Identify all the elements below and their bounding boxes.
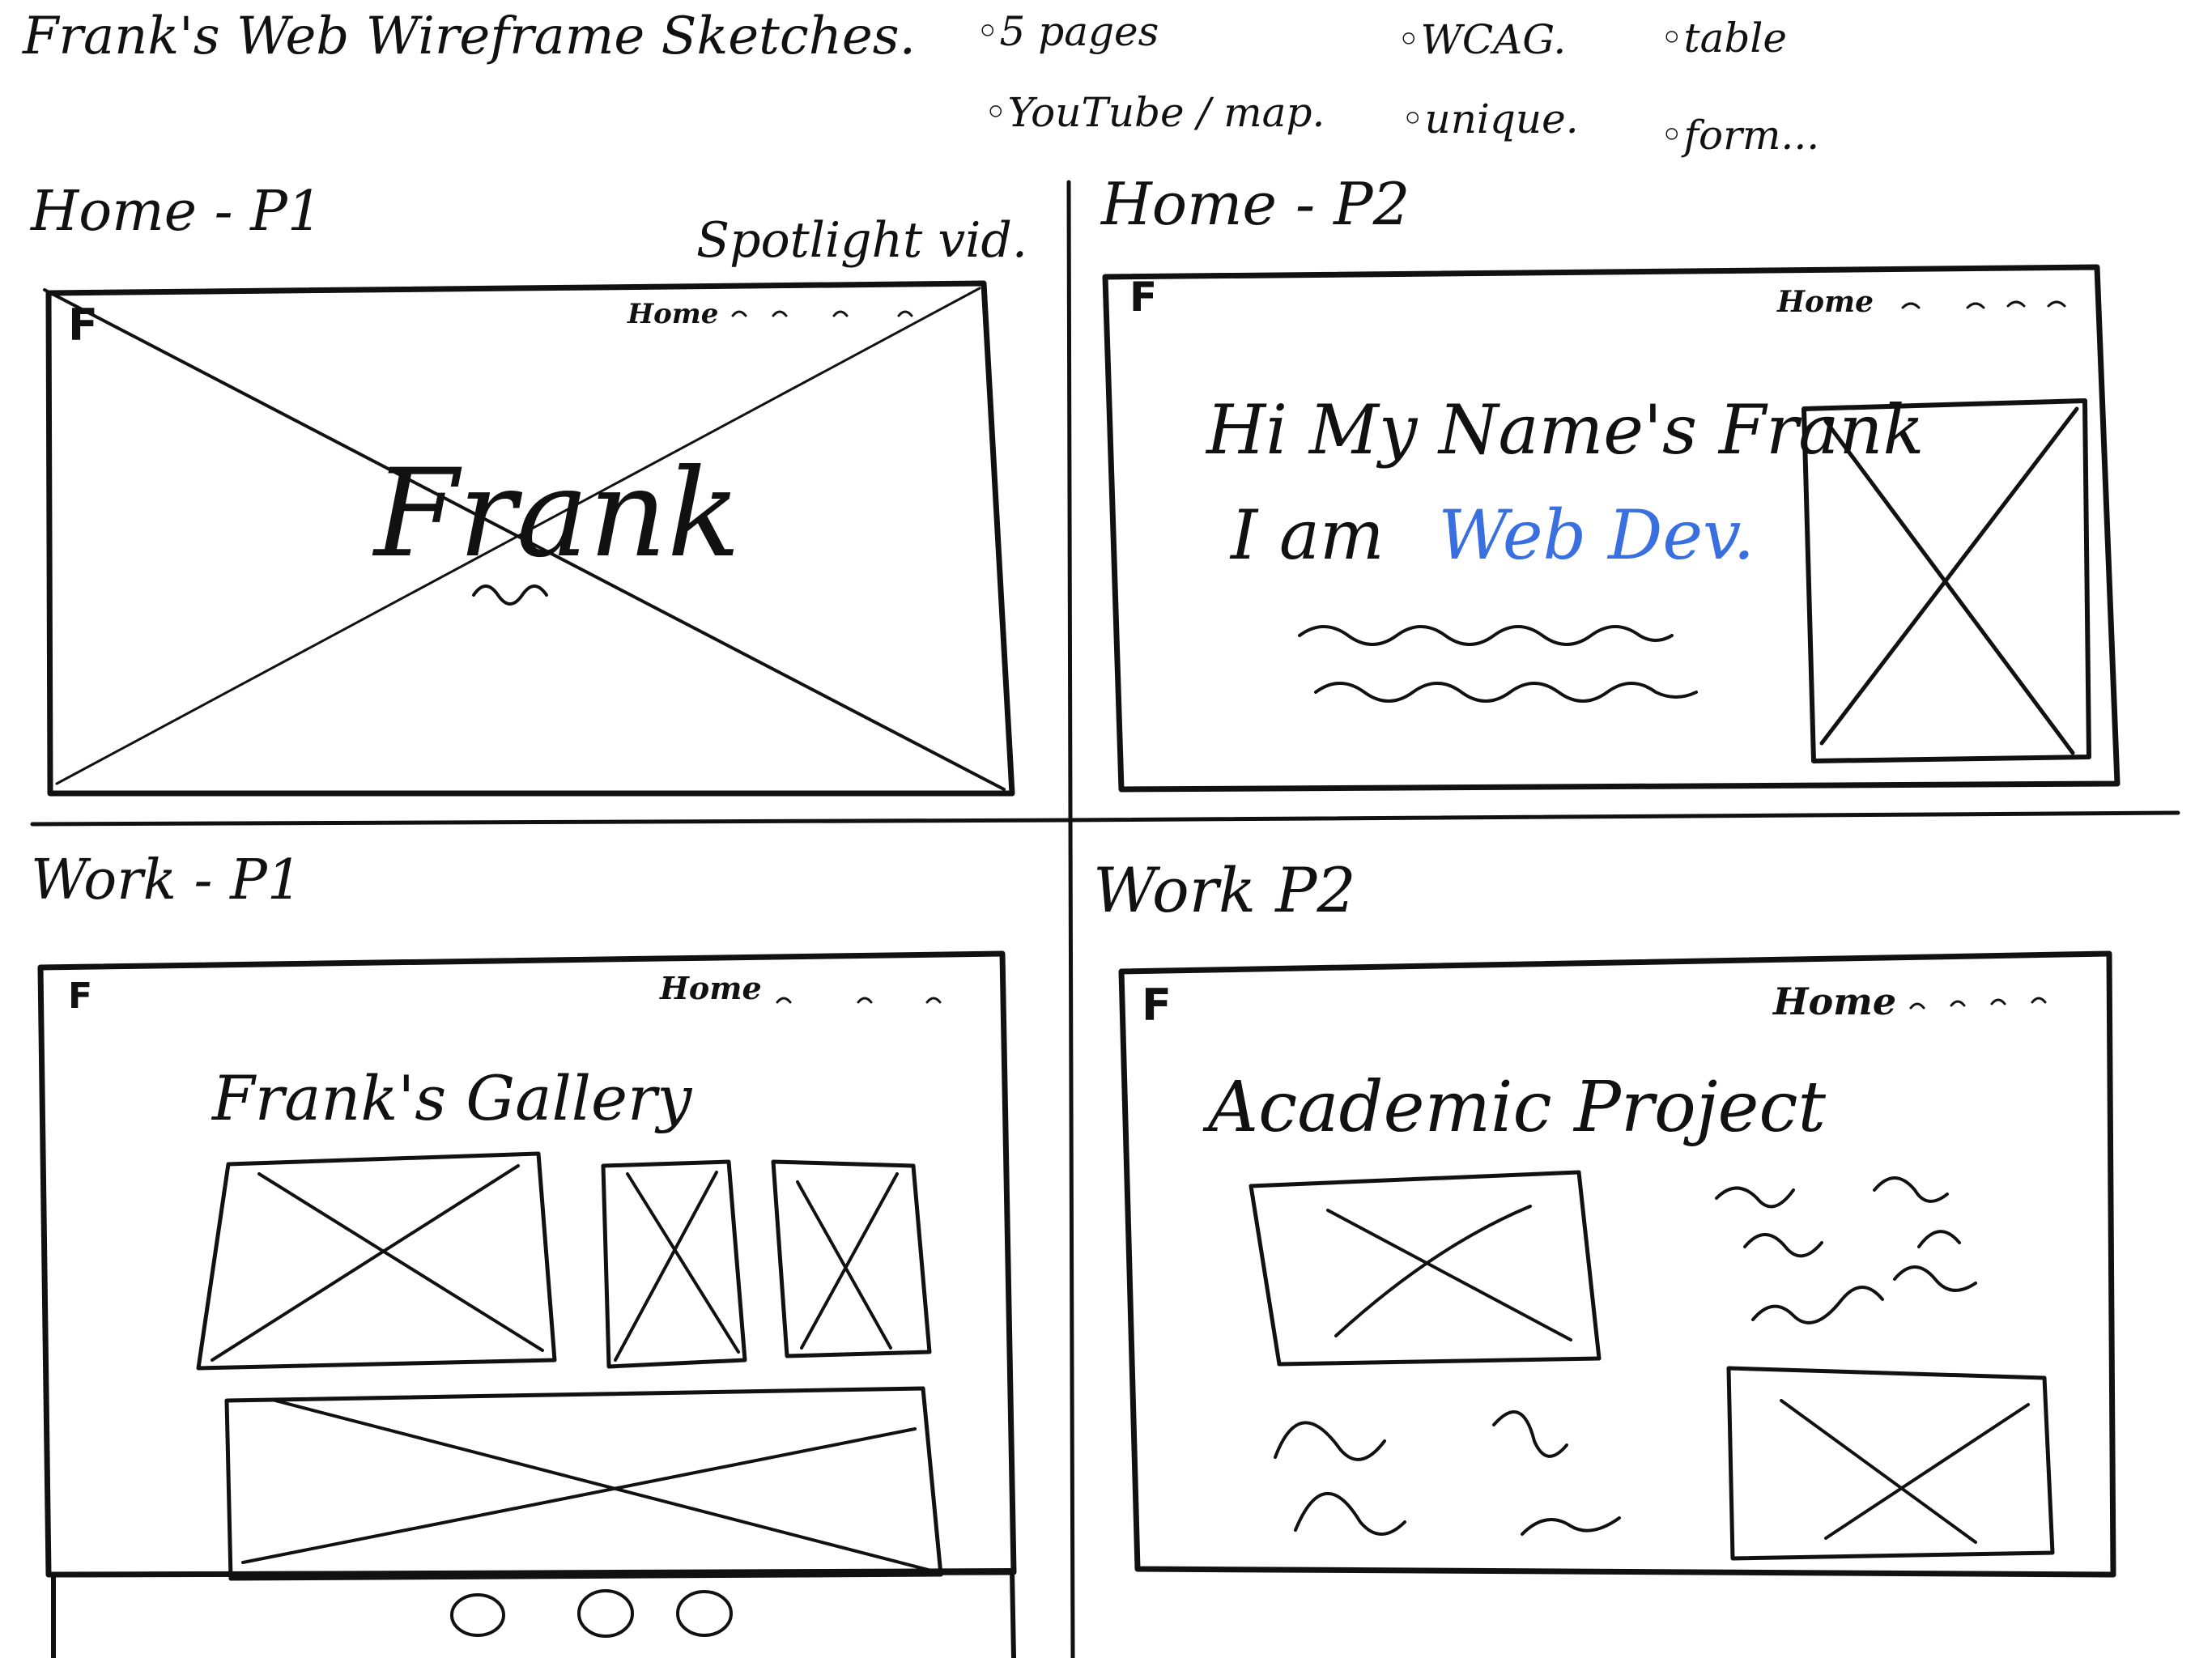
wireframe-line-art bbox=[30, 180, 2180, 1658]
home-p2-image-cross-a bbox=[1823, 419, 2075, 755]
home-p1-note: Spotlight vid. bbox=[696, 212, 1027, 269]
home-p2-text-squiggle-1 bbox=[1298, 625, 1674, 646]
home-p2-intro-highlight: Web Dev. bbox=[1438, 495, 1755, 575]
work-p2-project-box-1-cross bbox=[1326, 1205, 1572, 1341]
work-p2-project-box-2-cross bbox=[1780, 1399, 2030, 1544]
work-p1-logo: F bbox=[68, 976, 93, 1017]
work-p2-project-box-1 bbox=[1249, 1170, 1602, 1367]
footer-dot-2 bbox=[577, 1589, 634, 1638]
home-p2-nav-home: Home bbox=[1777, 285, 1874, 319]
work-p1-nav-squiggles bbox=[776, 997, 942, 1004]
work-p1-wireframe bbox=[37, 950, 1017, 1658]
requirement-item-table: ◦table bbox=[1660, 15, 1787, 62]
work-p2-logo: F bbox=[1142, 980, 1172, 1031]
home-p1-nav-squiggles bbox=[731, 310, 913, 317]
requirement-item-form: ◦form... bbox=[1660, 112, 1820, 159]
home-p2-intro: I am Web Dev. bbox=[1231, 495, 1755, 575]
work-p1-nav-home: Home bbox=[660, 970, 762, 1006]
work-p2-label: Work P2 bbox=[1093, 854, 1356, 926]
home-p1-nav-home: Home bbox=[627, 298, 719, 330]
home-p2-label: Home - P2 bbox=[1101, 170, 1410, 238]
footer-dot-1 bbox=[450, 1593, 505, 1637]
bullet-circle-icon: ◦ bbox=[1401, 96, 1425, 142]
bullet-circle-icon: ◦ bbox=[984, 89, 1008, 136]
home-p2-nav-squiggles bbox=[1901, 300, 2066, 309]
work-p2-frame bbox=[1118, 950, 2116, 1578]
work-p1-gallery-box-2 bbox=[601, 1159, 747, 1369]
work-p2-nav-home: Home bbox=[1773, 980, 1897, 1023]
requirement-item-youtube-map: ◦YouTube / map. bbox=[984, 89, 1325, 136]
bullet-circle-icon: ◦ bbox=[1660, 15, 1684, 62]
work-p1-gallery-box-3-cross bbox=[796, 1172, 899, 1350]
home-p1-label: Home - P1 bbox=[31, 180, 323, 244]
home-p1-logo: F bbox=[68, 300, 98, 351]
work-p1-banner-cross bbox=[241, 1399, 933, 1572]
work-p1-label: Work - P1 bbox=[31, 848, 303, 912]
work-p1-gallery-box-1-cross bbox=[211, 1164, 544, 1362]
work-p1-frame bbox=[37, 950, 1017, 1578]
home-p2-text-squiggle-2 bbox=[1314, 682, 1698, 703]
bullet-circle-icon: ◦ bbox=[1397, 16, 1421, 63]
home-p1-subtitle-squiggle bbox=[472, 585, 548, 606]
requirement-item-wcag: ◦WCAG. bbox=[1397, 16, 1567, 63]
requirement-item-unique: ◦unique. bbox=[1401, 96, 1579, 142]
work-p2-heading: Academic Project bbox=[1208, 1067, 1827, 1148]
work-p2-text-squiggles-right bbox=[1715, 1176, 1977, 1324]
work-p1-heading: Frank's Gallery bbox=[212, 1062, 692, 1134]
home-p2-logo: F bbox=[1129, 274, 1158, 321]
requirement-item-pages: ◦5 pages bbox=[976, 8, 1159, 55]
work-p2-text-squiggles-left bbox=[1274, 1410, 1621, 1536]
bullet-circle-icon: ◦ bbox=[1660, 112, 1684, 159]
home-p2-intro-prefix: I am bbox=[1231, 495, 1385, 575]
work-p2-wireframe bbox=[1118, 950, 2116, 1578]
work-p1-footer bbox=[46, 1568, 1016, 1658]
sheet-title: Frank's Web Wireframe Sketches. bbox=[23, 6, 916, 66]
work-p1-gallery-box-2-cross bbox=[614, 1171, 740, 1362]
work-p2-nav-squiggles bbox=[1909, 997, 2047, 1010]
bullet-circle-icon: ◦ bbox=[976, 8, 1000, 55]
work-p2-project-box-2 bbox=[1726, 1366, 2055, 1561]
vertical-divider bbox=[1066, 180, 1075, 1658]
home-p2-greeting: Hi My Name's Frank bbox=[1206, 390, 1925, 470]
footer-dot-3 bbox=[676, 1590, 733, 1637]
horizontal-divider bbox=[30, 810, 2180, 827]
home-p1-hero-text: Frank bbox=[374, 444, 741, 585]
